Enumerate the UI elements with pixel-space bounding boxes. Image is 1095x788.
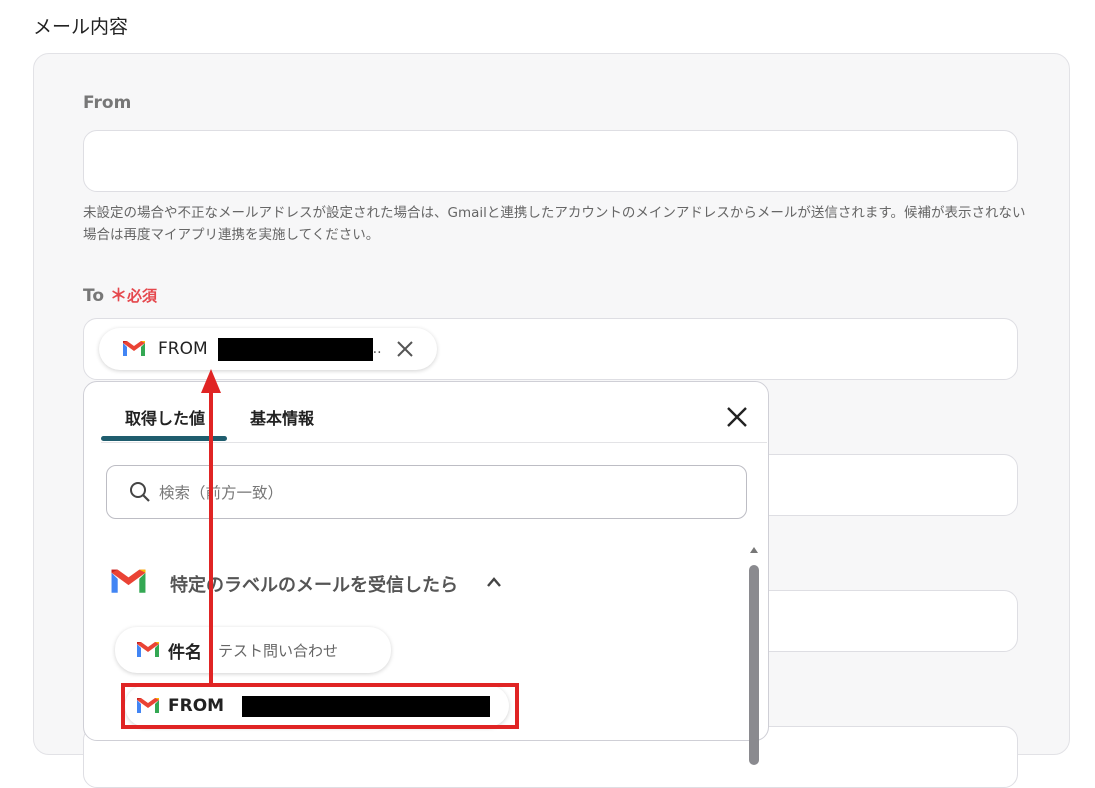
chip-label: FROM <box>158 339 208 359</box>
gmail-icon <box>137 642 159 657</box>
annotation-arrow-head <box>201 369 221 393</box>
search-box[interactable]: 検索（前方一致） <box>106 465 747 519</box>
value-item-value: テスト問い合わせ <box>218 641 339 660</box>
value-item-label: 件名 <box>168 642 202 663</box>
search-placeholder: 検索（前方一致） <box>159 484 284 502</box>
annotation-arrow-line <box>209 390 213 685</box>
search-icon <box>130 482 150 502</box>
to-label-row: To ＊必須 <box>83 281 157 306</box>
from-input[interactable] <box>83 130 1018 192</box>
chip-ellipsis: .. <box>372 341 382 357</box>
required-badge: 必須 <box>127 287 158 305</box>
from-label: From <box>83 93 132 113</box>
section-title: メール内容 <box>33 16 129 38</box>
tab-acquired-values[interactable]: 取得した値 <box>125 405 205 429</box>
tab-divider <box>101 442 767 443</box>
redacted-value <box>242 695 491 717</box>
close-icon[interactable] <box>396 340 414 358</box>
to-label: To <box>83 286 105 306</box>
value-item-label: FROM <box>168 696 225 716</box>
required-star: ＊ <box>110 286 128 306</box>
scrollbar-thumb[interactable] <box>749 565 759 765</box>
redacted-value <box>217 337 373 361</box>
value-item-subject[interactable]: 件名 テスト問い合わせ <box>115 627 391 673</box>
scroll-up-arrow[interactable] <box>750 547 758 553</box>
gmail-icon <box>111 569 146 593</box>
gmail-icon <box>123 341 145 356</box>
from-help-text: 未設定の場合や不正なメールアドレスが設定された場合は、Gmailと連携したアカウ… <box>83 205 1026 243</box>
tab-basic-info[interactable]: 基本情報 <box>250 405 314 429</box>
to-value-chip[interactable]: FROM .. <box>99 328 437 370</box>
gmail-icon <box>137 698 159 713</box>
trigger-group-title[interactable]: 特定のラベルのメールを受信したら <box>170 571 458 597</box>
value-item-from[interactable]: FROM <box>125 685 509 727</box>
close-icon[interactable] <box>724 404 750 430</box>
chevron-up-icon[interactable] <box>486 576 502 588</box>
